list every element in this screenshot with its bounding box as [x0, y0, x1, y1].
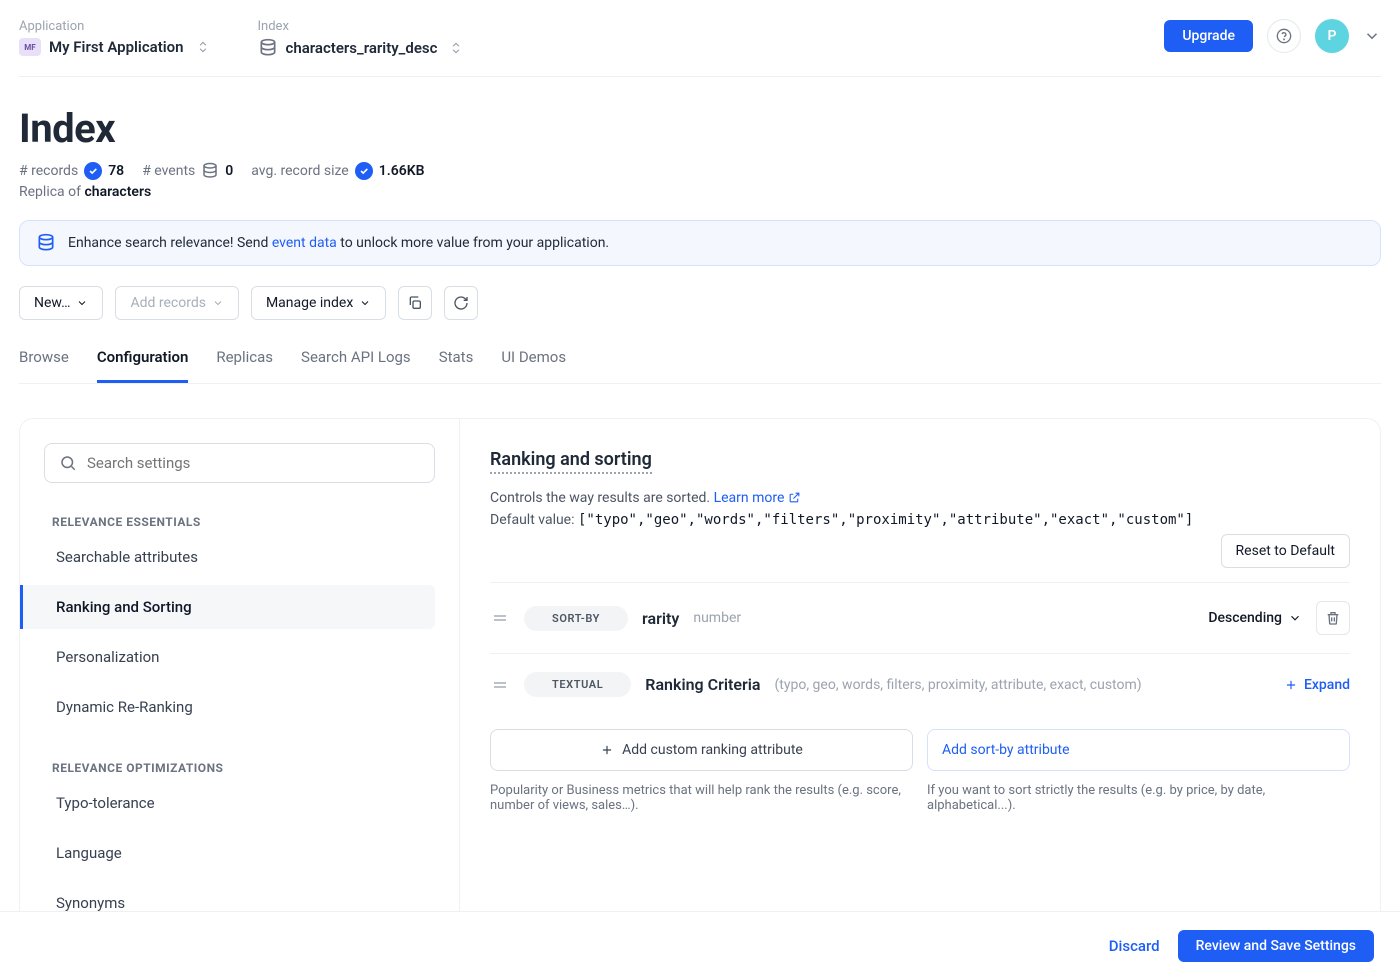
learn-more-link[interactable]: Learn more [714, 490, 801, 506]
criteria-name: rarity [642, 609, 679, 628]
chevron-down-icon[interactable] [1363, 27, 1381, 45]
search-icon [59, 454, 77, 472]
copy-button[interactable] [398, 286, 432, 320]
info-banner: Enhance search relevance! Send event dat… [19, 220, 1381, 266]
manage-index-button[interactable]: Manage index [251, 286, 386, 320]
settings-sidebar: RELEVANCE ESSENTIALS Searchable attribute… [20, 419, 460, 949]
stats-row: # records 78 # events 0 avg. record size… [19, 162, 1381, 180]
event-data-link[interactable]: event data [272, 235, 337, 251]
drag-handle-icon[interactable] [490, 677, 510, 693]
help-sortby: If you want to sort strictly the results… [927, 783, 1350, 813]
default-value: Default value: ["typo","geo","words","fi… [490, 512, 1350, 528]
tab-configuration[interactable]: Configuration [97, 348, 189, 383]
stat-events-value: 0 [225, 163, 233, 179]
check-icon [355, 162, 373, 180]
badge: TEXTUAL [524, 672, 631, 697]
refresh-button[interactable] [444, 286, 478, 320]
tab-browse[interactable]: Browse [19, 348, 69, 383]
discard-button[interactable]: Discard [1109, 937, 1160, 955]
stat-events-label: # events [142, 163, 195, 179]
add-sortby-button[interactable]: Add sort-by attribute [927, 729, 1350, 771]
breadcrumb-index-value: characters_rarity_desc [286, 39, 438, 57]
search-input[interactable] [87, 454, 420, 472]
chevron-down-icon [359, 297, 371, 309]
topbar: Application MF My First Application Inde… [19, 19, 1381, 58]
tab-stats[interactable]: Stats [439, 348, 474, 383]
section-title: Ranking and sorting [490, 449, 652, 474]
drag-handle-icon[interactable] [490, 610, 510, 626]
stat-avg-value: 1.66KB [379, 163, 425, 179]
criteria-row: SORT-BY rarity number Descending [490, 582, 1350, 653]
upgrade-button[interactable]: Upgrade [1164, 20, 1253, 52]
app-badge: MF [19, 38, 41, 56]
help-icon [1276, 28, 1292, 44]
trash-icon [1325, 610, 1341, 626]
external-link-icon [788, 491, 801, 504]
delete-button[interactable] [1316, 601, 1350, 635]
help-button[interactable] [1267, 19, 1301, 53]
chevron-updown-icon [449, 41, 463, 55]
plus-icon [1284, 678, 1298, 692]
sidebar-item-personalization[interactable]: Personalization [44, 635, 435, 679]
page-title: Index [19, 105, 1381, 152]
refresh-icon [453, 295, 469, 311]
breadcrumb-application[interactable]: Application MF My First Application [19, 19, 210, 58]
replica-of: Replica of characters [19, 184, 1381, 200]
sidebar-item-typo-tolerance[interactable]: Typo-tolerance [44, 781, 435, 825]
help-custom: Popularity or Business metrics that will… [490, 783, 913, 813]
database-icon [258, 38, 278, 58]
chevron-updown-icon [196, 40, 210, 54]
criteria-meta: number [693, 610, 741, 626]
chevron-down-icon [212, 297, 224, 309]
breadcrumb-app-label: Application [19, 19, 210, 34]
tab-replicas[interactable]: Replicas [216, 348, 273, 383]
add-records-button: Add records [115, 286, 238, 320]
copy-icon [407, 295, 423, 311]
tab-search-api-logs[interactable]: Search API Logs [301, 348, 411, 383]
order-select[interactable]: Descending [1208, 610, 1302, 626]
add-custom-ranking-button[interactable]: Add custom ranking attribute [490, 729, 913, 771]
sidebar-item-searchable-attributes[interactable]: Searchable attributes [44, 535, 435, 579]
sidebar-item-ranking-and-sorting[interactable]: Ranking and Sorting [20, 585, 435, 629]
criteria-row: TEXTUAL Ranking Criteria (typo, geo, words… [490, 653, 1350, 715]
plus-icon [600, 743, 614, 757]
section-desc: Controls the way results are sorted. Lea… [490, 490, 1350, 506]
divider [19, 76, 1381, 77]
reset-button[interactable]: Reset to Default [1221, 534, 1350, 568]
criteria-name: Ranking Criteria [645, 675, 760, 694]
database-icon [201, 162, 219, 180]
tabs: Browse Configuration Replicas Search API Lo… [19, 348, 1381, 384]
section-label: RELEVANCE ESSENTIALS [44, 515, 435, 529]
breadcrumb-index-label: Index [258, 19, 464, 34]
breadcrumb-index[interactable]: Index characters_rarity_desc [258, 19, 464, 58]
footer-bar: Discard Review and Save Settings [0, 911, 1400, 980]
expand-button[interactable]: Expand [1284, 677, 1350, 693]
settings-main: Ranking and sorting Controls the way res… [460, 419, 1380, 949]
chevron-down-icon [76, 297, 88, 309]
new-button[interactable]: New… [19, 286, 103, 320]
avatar[interactable]: P [1315, 19, 1349, 53]
sidebar-item-dynamic-re-ranking[interactable]: Dynamic Re-Ranking [44, 685, 435, 729]
tab-ui-demos[interactable]: UI Demos [501, 348, 566, 383]
breadcrumb-app-value: My First Application [49, 38, 184, 56]
check-icon [84, 162, 102, 180]
stat-records-label: # records [19, 163, 78, 179]
save-button[interactable]: Review and Save Settings [1178, 930, 1374, 962]
breadcrumb: Application MF My First Application Inde… [19, 19, 463, 58]
badge: SORT-BY [524, 606, 628, 631]
section-label: RELEVANCE OPTIMIZATIONS [44, 761, 435, 775]
criteria-meta: (typo, geo, words, filters, proximity, a… [774, 677, 1141, 693]
stat-avg-label: avg. record size [251, 163, 348, 179]
database-icon [36, 233, 56, 253]
search-settings[interactable] [44, 443, 435, 483]
toolbar: New… Add records Manage index [19, 286, 1381, 320]
stat-records-value: 78 [108, 163, 124, 179]
sidebar-item-language[interactable]: Language [44, 831, 435, 875]
